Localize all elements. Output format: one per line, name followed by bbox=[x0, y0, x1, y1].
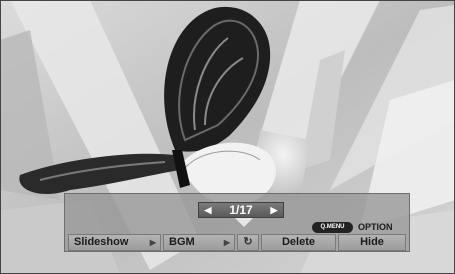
page-counter: ◀ 1/17 ▶ bbox=[198, 202, 284, 218]
next-arrow-icon[interactable]: ▶ bbox=[267, 203, 281, 217]
photo-control-panel: ◀ 1/17 ▶ Q.MENU OPTION Slideshow ▶ BGM ▶… bbox=[64, 193, 410, 252]
hide-button[interactable]: Hide bbox=[338, 234, 406, 251]
bgm-button[interactable]: BGM ▶ bbox=[163, 234, 235, 251]
slideshow-label: Slideshow bbox=[74, 236, 129, 248]
photo-viewer-screen: ◀ 1/17 ▶ Q.MENU OPTION Slideshow ▶ BGM ▶… bbox=[0, 0, 455, 274]
hide-label: Hide bbox=[360, 236, 384, 248]
chevron-right-icon: ▶ bbox=[149, 238, 156, 247]
chevron-right-icon: ▶ bbox=[223, 238, 230, 247]
option-label: OPTION bbox=[358, 222, 393, 232]
button-bar: Slideshow ▶ BGM ▶ ↻ Delete Hide bbox=[68, 234, 406, 251]
rotate-button[interactable]: ↻ bbox=[237, 234, 259, 251]
rotate-icon: ↻ bbox=[243, 236, 253, 248]
pointer-triangle-icon bbox=[235, 218, 253, 227]
qmenu-badge: Q.MENU bbox=[312, 222, 353, 233]
bgm-label: BGM bbox=[169, 236, 195, 248]
slideshow-button[interactable]: Slideshow ▶ bbox=[68, 234, 161, 251]
delete-button[interactable]: Delete bbox=[261, 234, 336, 251]
page-counter-text: 1/17 bbox=[229, 203, 253, 217]
previous-arrow-icon[interactable]: ◀ bbox=[201, 203, 215, 217]
delete-label: Delete bbox=[281, 236, 316, 248]
